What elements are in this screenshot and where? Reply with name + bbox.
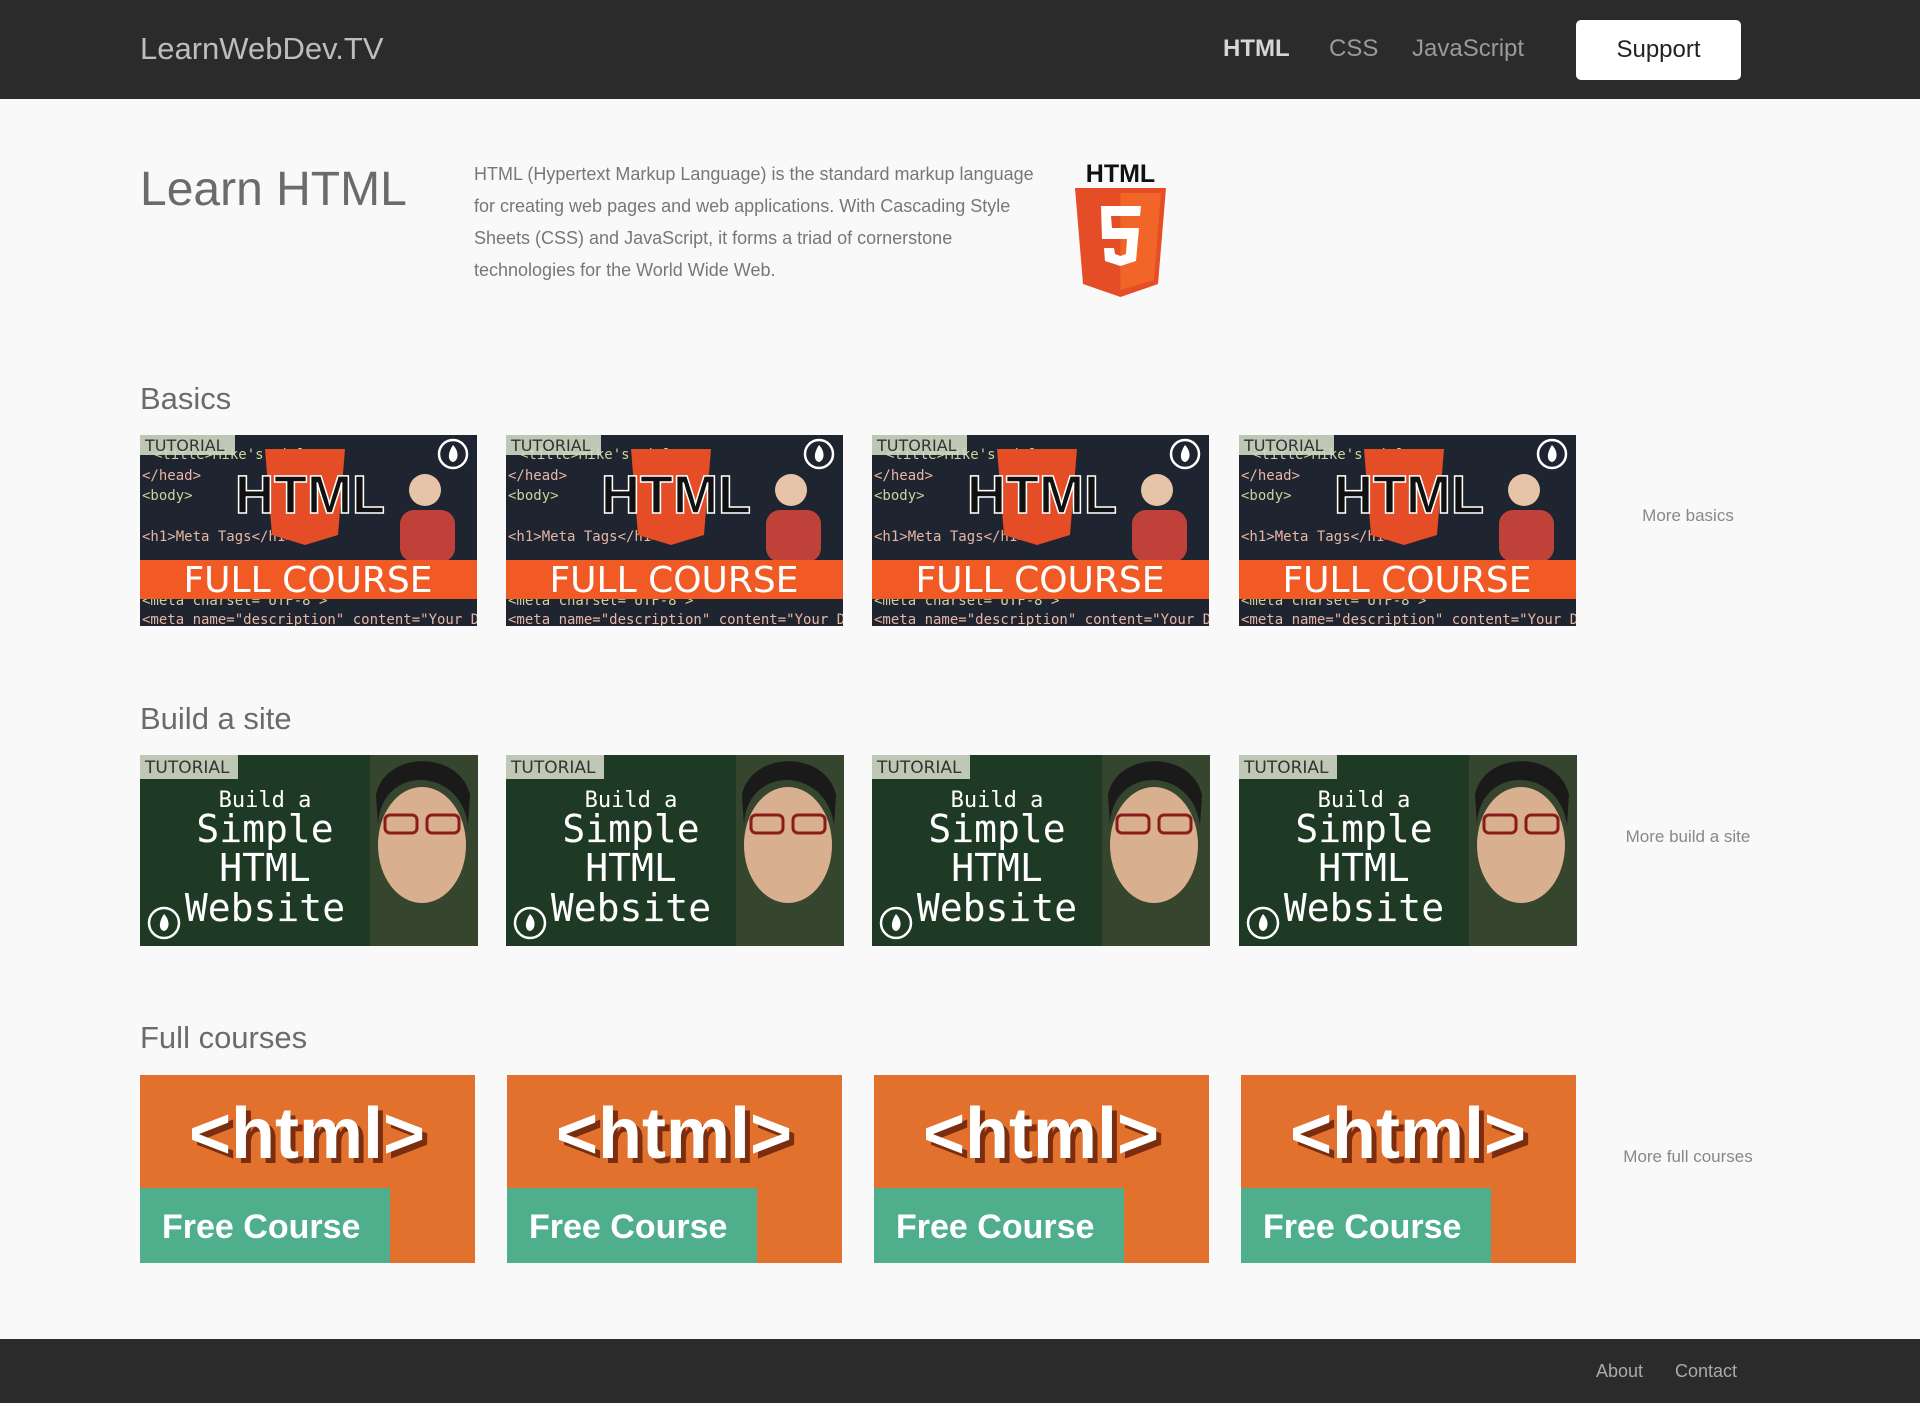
code-line: <meta name="description" content="Your D… — [142, 612, 477, 626]
tutorial-tag: TUTORIAL — [144, 758, 230, 778]
thumbnail-banner: Free Course — [896, 1208, 1094, 1246]
code-line: <meta name="description" content="Your D… — [1241, 612, 1576, 626]
thumbnail-banner: FULL COURSE — [183, 560, 432, 601]
section-title-build-a-site: Build a site — [140, 701, 292, 736]
tutorial-tag: TUTORIAL — [510, 758, 596, 778]
page-description: HTML (Hypertext Markup Language) is the … — [474, 164, 1034, 280]
video-thumbnail[interactable]: <title>Mike's title> </head> <body> <h1>Met… — [140, 435, 477, 626]
thumbnail-title: <html> — [923, 1094, 1159, 1174]
code-line: </head> — [142, 468, 201, 484]
thumbnail-banner: FULL COURSE — [915, 560, 1164, 601]
thumbnail-banner: Free Course — [529, 1208, 727, 1246]
course-thumbnail[interactable]: <html> <html> Free Course — [507, 1075, 842, 1263]
tutorial-tag: TUTORIAL — [144, 436, 225, 455]
nav-html[interactable]: HTML — [1223, 35, 1290, 63]
thumbnail-title-line: HTML — [219, 846, 311, 890]
section-title-basics: Basics — [140, 381, 232, 416]
course-thumbnail[interactable]: <html> <html> Free Course — [140, 1075, 475, 1263]
more-basics-link[interactable]: More basics — [1618, 505, 1758, 526]
thumbnail-title-line: Simple — [1295, 807, 1432, 851]
site-footer: About Contact — [0, 1339, 1920, 1403]
code-line: </head> — [508, 468, 567, 484]
footer-contact-link[interactable]: Contact — [1675, 1361, 1737, 1382]
code-line: <meta name="description" content="Your D… — [508, 612, 843, 626]
video-thumbnail[interactable]: TUTORIAL Build a Simple HTML Website — [872, 755, 1210, 946]
brand-logo[interactable]: LearnWebDev.TV — [140, 31, 384, 67]
thumbnail-title-line: Website — [917, 886, 1077, 930]
video-thumbnail[interactable]: TUTORIAL Build a Simple HTML Website — [506, 755, 844, 946]
tutorial-tag: TUTORIAL — [1243, 436, 1324, 455]
more-build-a-site-link[interactable]: More build a site — [1618, 826, 1758, 847]
code-line: <h1>Meta Tags</h1> — [1241, 529, 1393, 545]
thumbnail-title: HTML — [967, 465, 1117, 525]
nav-css[interactable]: CSS — [1329, 35, 1378, 63]
video-thumbnail[interactable]: TUTORIAL Build a Simple HTML Website — [140, 755, 478, 946]
tutorial-tag: TUTORIAL — [1243, 758, 1329, 778]
video-thumbnail[interactable]: <title>Mike's title> </head> <body> <h1>Met… — [1239, 435, 1576, 626]
thumbnail-title: <html> — [1290, 1094, 1526, 1174]
tutorial-tag: TUTORIAL — [876, 436, 957, 455]
footer-about-link[interactable]: About — [1596, 1361, 1643, 1382]
code-line: </head> — [1241, 468, 1300, 484]
tutorial-tag: TUTORIAL — [510, 436, 591, 455]
code-line: <meta name="description" content="Your D… — [874, 612, 1209, 626]
section-title-full-courses: Full courses — [140, 1020, 308, 1055]
thumbnail-title-line: Website — [551, 886, 711, 930]
code-line: <h1>Meta Tags</h1> — [508, 529, 660, 545]
code-line: <h1>Meta Tags</h1> — [142, 529, 294, 545]
course-thumbnail[interactable]: <html> <html> Free Course — [874, 1075, 1209, 1263]
code-line: <body> — [508, 488, 559, 504]
thumbnail-banner: Free Course — [1263, 1208, 1461, 1246]
html5-logo-icon: HTML — [1075, 160, 1166, 297]
code-line: <h1>Meta Tags</h1> — [874, 529, 1026, 545]
site-header: LearnWebDev.TV HTML CSS JavaScript Suppo… — [0, 0, 1920, 99]
thumbnail-title-line: Simple — [562, 807, 699, 851]
thumbnail-title: HTML — [1334, 465, 1484, 525]
thumbnail-title-line: Simple — [196, 807, 333, 851]
more-full-courses-link[interactable]: More full courses — [1618, 1146, 1758, 1167]
thumbnail-title: HTML — [235, 465, 385, 525]
thumbnail-title-line: HTML — [1318, 846, 1410, 890]
thumbnail-title-line: Simple — [928, 807, 1065, 851]
thumbnail-title-line: HTML — [585, 846, 677, 890]
thumbnail-title: <html> — [189, 1094, 425, 1174]
video-thumbnail[interactable]: TUTORIAL Build a Simple HTML Website — [1239, 755, 1577, 946]
thumbnail-title: HTML — [601, 465, 751, 525]
code-line: </head> — [874, 468, 933, 484]
thumbnail-title-line: Website — [185, 886, 345, 930]
html5-logo-text: HTML — [1086, 160, 1155, 188]
thumbnail-banner: FULL COURSE — [549, 560, 798, 601]
video-thumbnail[interactable]: <title>Mike's title> </head> <body> <h1>Met… — [872, 435, 1209, 626]
tutorial-tag: TUTORIAL — [876, 758, 962, 778]
video-thumbnail[interactable]: <title>Mike's title> </head> <body> <h1>Met… — [506, 435, 843, 626]
code-line: <body> — [874, 488, 925, 504]
page-title: Learn HTML — [140, 163, 407, 216]
thumbnail-title: <html> — [556, 1094, 792, 1174]
thumbnail-title-line: HTML — [951, 846, 1043, 890]
code-line: <body> — [142, 488, 193, 504]
code-line: <body> — [1241, 488, 1292, 504]
thumbnail-banner: FULL COURSE — [1282, 560, 1531, 601]
support-button[interactable]: Support — [1576, 20, 1741, 80]
thumbnail-banner: Free Course — [162, 1208, 360, 1246]
thumbnail-title-line: Website — [1284, 886, 1444, 930]
course-thumbnail[interactable]: <html> <html> Free Course — [1241, 1075, 1576, 1263]
nav-javascript[interactable]: JavaScript — [1412, 35, 1524, 63]
